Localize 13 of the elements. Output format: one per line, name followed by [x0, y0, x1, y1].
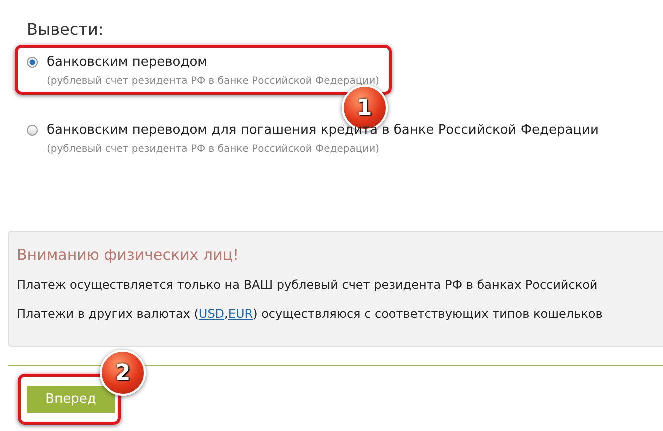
option-note: (рублевый счет резидента РФ в банке Российской Федерации): [47, 144, 381, 155]
step-badge: 2: [100, 350, 146, 396]
notice-text: Платеж осуществляется только на ВАШ рублевый счет резидента РФ в банках Российской: [17, 278, 599, 292]
radio-button[interactable]: [27, 125, 38, 136]
currency-link[interactable]: USD: [198, 306, 225, 322]
option-note: (рублевый счет резидента РФ в банке Российской Федерации): [47, 76, 380, 87]
currency-link[interactable]: EUR: [228, 306, 254, 322]
radio-button[interactable]: [27, 57, 38, 68]
option-label[interactable]: банковским переводом: [47, 55, 380, 70]
section-heading: Вывести:: [27, 20, 105, 39]
notice-text: Платежи в других валютах (USD,EUR) осуществляюся с соответствующих типов кошельков: [17, 306, 604, 322]
option-label[interactable]: банковским переводом для погашения кредита в банке Российской Федерации: [47, 123, 600, 138]
notice-title: Вниманию физических лиц!: [17, 246, 240, 264]
